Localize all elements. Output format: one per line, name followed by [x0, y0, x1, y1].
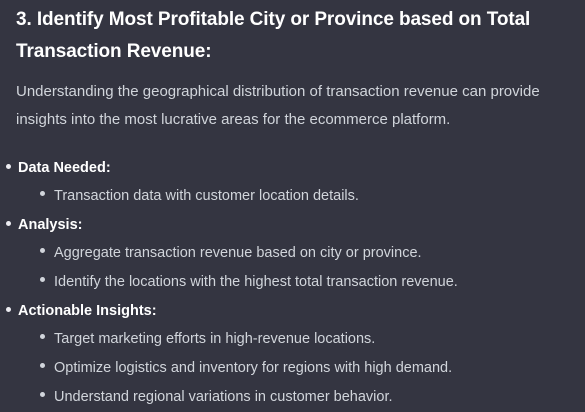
- list-item-actionable-insights: Actionable Insights: Target marketing ef…: [6, 297, 581, 412]
- list-item: Optimize logistics and inventory for reg…: [40, 354, 581, 383]
- list-item: Target marketing efforts in high-revenue…: [40, 325, 581, 354]
- list-heading: Data Needed:: [18, 160, 111, 176]
- list-heading: Actionable Insights:: [18, 303, 157, 319]
- list-item: Understand regional variations in custom…: [40, 383, 581, 412]
- list-item-text: Target marketing efforts in high-revenue…: [54, 331, 376, 347]
- bullet-icon: [40, 248, 45, 253]
- sub-list: Aggregate transaction revenue based on c…: [18, 239, 581, 297]
- bullet-icon: [40, 277, 45, 282]
- list-item-text: Understand regional variations in custom…: [54, 389, 393, 405]
- bullet-icon: [40, 334, 45, 339]
- bullet-icon: [6, 221, 11, 226]
- section-title: 3. Identify Most Profitable City or Prov…: [16, 9, 531, 62]
- sub-list: Target marketing efforts in high-revenue…: [18, 325, 581, 412]
- bullet-icon: [40, 392, 45, 397]
- sub-list: Transaction data with customer location …: [18, 182, 581, 211]
- list-item-analysis: Analysis: Aggregate transaction revenue …: [6, 211, 581, 297]
- list-heading: Analysis:: [18, 217, 83, 233]
- chat-message-content: 3. Identify Most Profitable City or Prov…: [6, 4, 581, 412]
- list-item-text: Aggregate transaction revenue based on c…: [54, 245, 422, 261]
- section-intro: Understanding the geographical distribut…: [16, 83, 540, 128]
- bullet-icon: [6, 164, 11, 169]
- list-item-text: Identify the locations with the highest …: [54, 274, 458, 290]
- bullet-list: Data Needed: Transaction data with custo…: [6, 154, 581, 412]
- list-item: Transaction data with customer location …: [40, 182, 581, 211]
- bullet-icon: [40, 363, 45, 368]
- bullet-icon: [6, 307, 11, 312]
- bullet-icon: [40, 191, 45, 196]
- list-item: Aggregate transaction revenue based on c…: [40, 239, 581, 268]
- list-item: Identify the locations with the highest …: [40, 268, 581, 297]
- list-item-data-needed: Data Needed: Transaction data with custo…: [6, 154, 581, 211]
- list-item-text: Transaction data with customer location …: [54, 188, 359, 204]
- list-item-text: Optimize logistics and inventory for reg…: [54, 360, 453, 376]
